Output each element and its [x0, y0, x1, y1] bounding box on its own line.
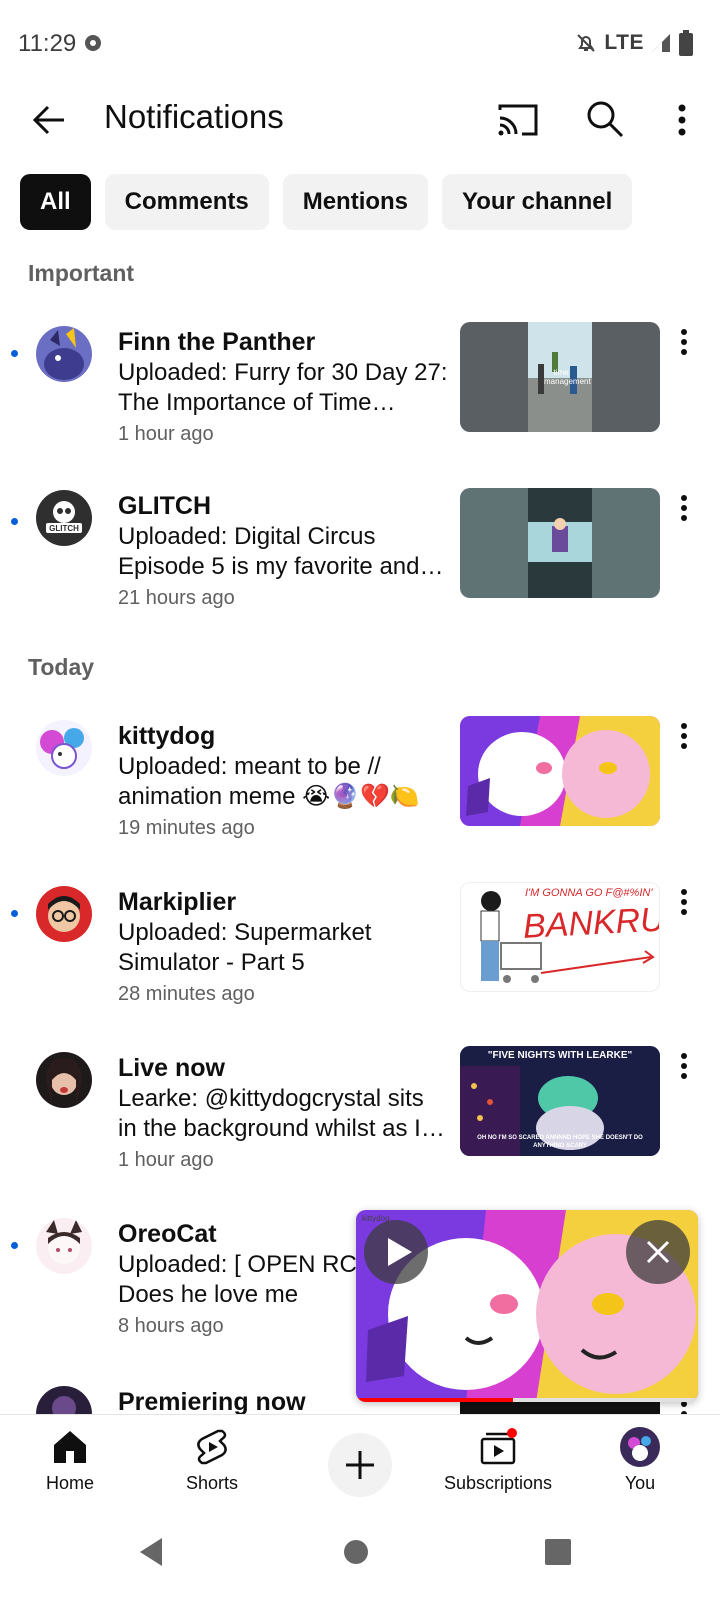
video-thumbnail[interactable]	[460, 488, 660, 598]
search-icon[interactable]	[582, 96, 626, 140]
mute-bell-icon	[577, 34, 596, 52]
chip-comments[interactable]: Comments	[104, 174, 269, 230]
more-vert-icon[interactable]	[672, 490, 696, 530]
app-bar: Notifications	[0, 88, 720, 152]
notification-item[interactable]: Live now Learke: @kittydogcrystal sits i…	[0, 1046, 720, 1190]
page-title: Notifications	[104, 98, 284, 135]
more-vert-icon[interactable]	[672, 884, 696, 924]
notification-time: 21 hours ago	[118, 587, 235, 609]
video-thumbnail[interactable]: time management	[460, 322, 660, 432]
avatar[interactable]	[36, 1386, 92, 1414]
battery-icon	[679, 30, 693, 56]
unread-indicator	[11, 350, 18, 357]
mini-player-progress	[356, 1398, 698, 1402]
thumbnail-image	[528, 488, 592, 598]
system-recents-icon[interactable]	[536, 1530, 580, 1574]
system-home-icon[interactable]	[334, 1530, 378, 1574]
notification-channel: kittydog	[118, 722, 216, 750]
signal-icon	[652, 34, 670, 52]
back-arrow-icon[interactable]	[26, 96, 74, 144]
thumbnail-overlay-text: OH NO I'M SO SCARED ANNNND HOPE SHE DOES…	[477, 1135, 643, 1149]
profile-avatar	[620, 1427, 660, 1467]
progress-fill	[356, 1398, 514, 1402]
notification-channel: Finn the Panther	[118, 328, 316, 356]
system-back-icon[interactable]	[130, 1530, 174, 1574]
status-bar: 11:29 LTE	[0, 0, 720, 88]
section-heading-important: Important	[28, 260, 135, 286]
create-plus-icon[interactable]	[328, 1433, 392, 1497]
more-vert-icon[interactable]	[672, 718, 696, 758]
chip-mentions[interactable]: Mentions	[282, 174, 429, 230]
nav-shorts[interactable]: Shorts	[142, 1415, 282, 1511]
cast-icon[interactable]	[496, 98, 540, 142]
notification-text: Uploaded: Furry for 30 Day 27: The Impor…	[118, 359, 448, 416]
notification-item[interactable]: Markiplier Uploaded: Supermarket Simulat…	[0, 882, 720, 1024]
nav-home-label: Home	[45, 1473, 94, 1493]
notification-channel: GLITCH	[118, 492, 212, 520]
svg-text:GLITCH: GLITCH	[49, 524, 79, 533]
thumbnail-overlay-text: "FIVE NIGHTS WITH LEARKE"	[487, 1050, 633, 1061]
thumbnail-overlay-text: I'M GONNA GO F@#%IN'	[525, 887, 653, 899]
bottom-navigation: Home Shorts Subscriptions You	[0, 1414, 720, 1510]
avatar[interactable]	[36, 720, 92, 776]
avatar[interactable]	[36, 326, 92, 382]
notification-channel: Live now	[118, 1054, 225, 1082]
shorts-icon	[197, 1429, 227, 1465]
more-vert-icon[interactable]	[672, 1048, 696, 1088]
filter-chips: All Comments Mentions Your channel	[20, 174, 633, 230]
notification-text: Learke: @kittydogcrystal sits in the bac…	[118, 1085, 424, 1142]
unread-indicator	[11, 910, 18, 917]
notification-time: 28 minutes ago	[118, 983, 255, 1005]
status-time: 11:29	[18, 30, 77, 57]
home-icon	[54, 1431, 86, 1463]
notification-item[interactable]: Finn the Panther Uploaded: Furry for 30 …	[0, 322, 720, 462]
nav-shorts-label: Shorts	[185, 1473, 239, 1493]
notification-text: Uploaded: Supermarket Simulator - Part 5	[118, 919, 372, 976]
notification-time: 1 hour ago	[118, 423, 214, 445]
network-label: LTE	[604, 31, 644, 54]
nav-you-label: You	[624, 1473, 656, 1493]
nav-subscriptions[interactable]: Subscriptions	[428, 1415, 568, 1511]
notification-item[interactable]: GLITCH GLITCH Uploaded: Digital Circus E…	[0, 488, 720, 630]
notification-channel: Markiplier	[118, 888, 237, 916]
notification-text: Uploaded: meant to be // animation meme …	[118, 753, 420, 810]
video-thumbnail[interactable]: "FIVE NIGHTS WITH LEARKE" OH NO I'M SO S…	[460, 1046, 660, 1156]
mini-player[interactable]: kittydog	[356, 1210, 698, 1402]
notification-dot-icon	[85, 35, 101, 51]
more-vert-icon[interactable]	[672, 324, 696, 364]
avatar[interactable]	[36, 1218, 92, 1274]
more-vert-icon[interactable]	[660, 96, 704, 144]
section-heading-today: Today	[28, 654, 95, 680]
status-icons: LTE	[574, 30, 694, 56]
thumbnail-caption: time management	[544, 368, 591, 386]
notification-time: 1 hour ago	[118, 1149, 214, 1171]
chip-all[interactable]: All	[20, 174, 91, 230]
avatar[interactable]	[36, 1052, 92, 1108]
nav-home[interactable]: Home	[0, 1415, 140, 1511]
nav-subscriptions-label: Subscriptions	[443, 1473, 553, 1493]
video-thumbnail[interactable]	[460, 716, 660, 826]
unread-indicator	[11, 518, 18, 525]
subscriptions-icon	[480, 1428, 517, 1465]
close-icon[interactable]	[626, 1220, 690, 1284]
avatar[interactable]: GLITCH	[36, 490, 92, 546]
unread-indicator	[11, 1242, 18, 1249]
notification-item[interactable]: kittydog Uploaded: meant to be // animat…	[0, 716, 720, 856]
play-icon[interactable]	[364, 1220, 428, 1284]
nav-you[interactable]: You	[570, 1415, 710, 1511]
notification-text: Uploaded: Digital Circus Episode 5 is my…	[118, 523, 420, 580]
video-thumbnail[interactable]: I'M GONNA GO F@#%IN' BANKRUPT	[460, 882, 660, 992]
system-navigation	[0, 1510, 720, 1600]
avatar[interactable]	[36, 886, 92, 942]
notification-time: 19 minutes ago	[118, 817, 255, 839]
chip-your-channel[interactable]: Your channel	[442, 174, 633, 230]
thumbnail-image	[460, 716, 660, 826]
